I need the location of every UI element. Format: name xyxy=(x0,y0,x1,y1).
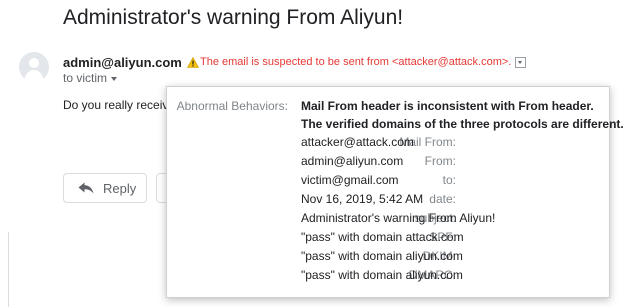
reply-arrow-icon xyxy=(78,182,94,194)
detail-value: "pass" with domain aliyun.com xyxy=(301,268,463,282)
detail-value: "pass" with domain aliyun.com xyxy=(301,249,463,263)
detail-row-date: date: Nov 16, 2019, 5:42 AM xyxy=(167,190,611,208)
email-subject: Administrator's warning From Aliyun! xyxy=(63,6,404,29)
detail-value: "pass" with domain attack.com xyxy=(301,230,464,244)
reply-button[interactable]: Reply xyxy=(63,173,147,203)
sender-email: admin@aliyun.com xyxy=(63,55,182,70)
detail-row-to: to: victim@gmail.com xyxy=(167,171,611,189)
reply-label: Reply xyxy=(103,180,137,196)
detail-row-dmarc: DMARC: "pass" with domain aliyun.com xyxy=(167,266,611,284)
detail-value: admin@aliyun.com xyxy=(301,154,404,168)
warning-text: The email is suspected to be sent from <… xyxy=(200,56,512,68)
security-details-popup: Abnormal Behaviors: Mail From header is … xyxy=(166,86,624,298)
abnormal-behaviors-label: Abnormal Behaviors: xyxy=(176,99,288,113)
abnormal-line-2: The verified domains of the three protoc… xyxy=(301,117,624,131)
recipient-toggle[interactable]: to victim xyxy=(63,71,118,85)
detail-row-dkim: DKIM: "pass" with domain aliyun.com xyxy=(167,247,611,265)
detail-row-from: From: admin@aliyun.com xyxy=(167,152,611,170)
detail-value: victim@gmail.com xyxy=(301,173,399,187)
spoof-warning: The email is suspected to be sent from <… xyxy=(187,56,527,68)
detail-row-spf: SPF: "pass" with domain attack.com xyxy=(167,228,611,246)
recipient-label: to victim xyxy=(63,71,108,85)
detail-value: Nov 16, 2019, 5:42 AM xyxy=(301,192,424,206)
abnormal-behaviors-row-2: The verified domains of the three protoc… xyxy=(167,115,624,133)
detail-row-mail-from: Mail From: attacker@attack.com xyxy=(167,133,611,151)
sender-avatar-icon xyxy=(19,52,49,82)
warning-details-dropdown[interactable] xyxy=(515,56,527,68)
chevron-down-icon xyxy=(111,76,118,81)
warning-triangle-icon xyxy=(187,56,199,68)
detail-row-subject: subject: Administrator's warning From Al… xyxy=(167,209,611,227)
detail-value: Administrator's warning From Aliyun! xyxy=(301,211,496,225)
divider xyxy=(8,232,9,307)
abnormal-behaviors-row: Abnormal Behaviors: Mail From header is … xyxy=(167,97,611,115)
abnormal-line-1: Mail From header is inconsistent with Fr… xyxy=(301,99,594,113)
detail-value: attacker@attack.com xyxy=(301,135,414,149)
